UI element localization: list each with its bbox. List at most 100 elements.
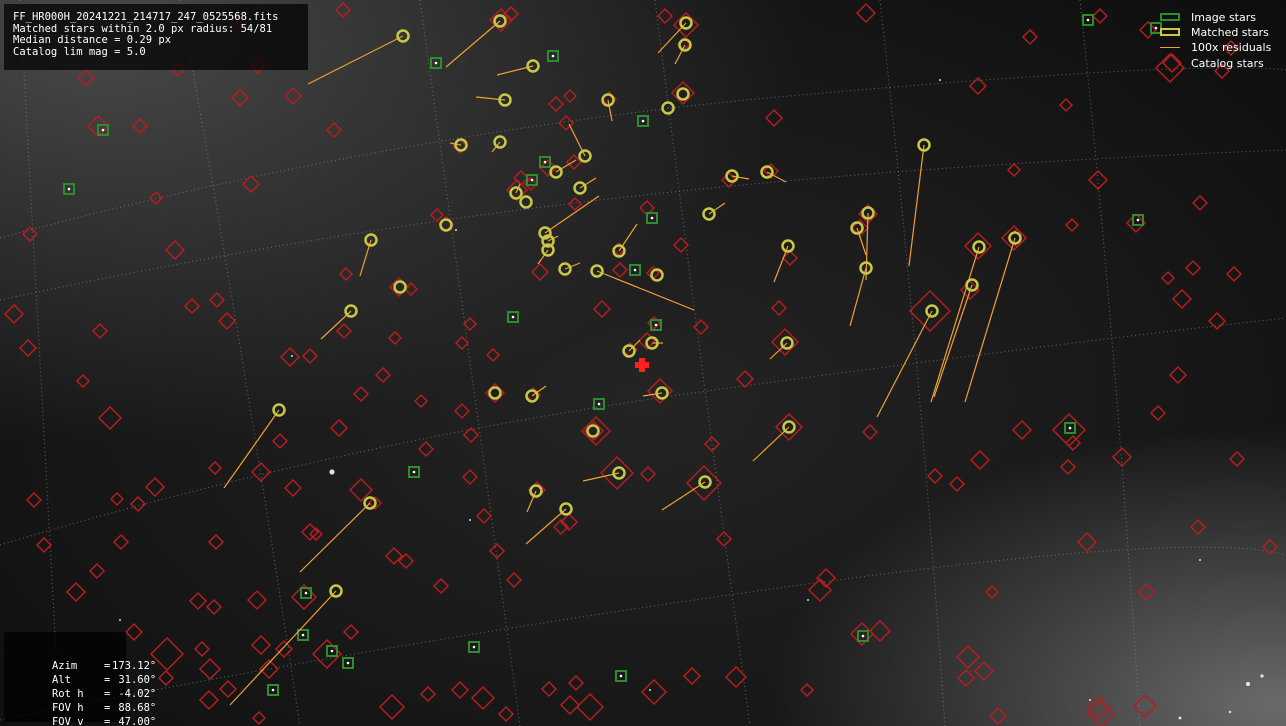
catalog-star — [274, 639, 294, 659]
residual-vector — [876, 310, 933, 418]
star-field[interactable] — [0, 0, 1286, 726]
legend-label: Matched stars — [1191, 26, 1269, 39]
residual-vector — [299, 502, 371, 573]
catalog-star — [387, 330, 403, 346]
catalog-star — [1059, 458, 1077, 476]
image-star-core — [861, 634, 865, 638]
fov-v-value: 47.00° — [118, 716, 157, 726]
legend-label: Catalog stars — [1191, 57, 1264, 70]
catalog-star — [715, 530, 733, 548]
catalog-star — [462, 316, 478, 332]
grid-line — [879, 0, 946, 726]
image-star-core — [271, 688, 275, 692]
catalog-star — [148, 190, 164, 206]
catalog-star — [454, 335, 470, 351]
grid-line — [654, 0, 751, 726]
catalog-star — [973, 660, 995, 682]
background-star — [1246, 682, 1250, 686]
residual-vector — [933, 284, 973, 398]
center-marker-layer — [635, 358, 649, 372]
catalog-star — [131, 117, 149, 135]
catalog-star — [109, 491, 125, 507]
catalog-star — [250, 461, 272, 483]
legend-image-stars: Image stars — [1153, 11, 1281, 25]
catalog-star — [144, 476, 166, 498]
catalog-star — [157, 669, 175, 687]
catalog-star — [1076, 531, 1098, 553]
catalog-star — [735, 369, 755, 389]
image-star-core — [346, 661, 350, 665]
catalog-star — [1191, 194, 1209, 212]
orange-line-icon — [1160, 47, 1180, 48]
residual-vector — [445, 20, 501, 68]
catalog-star — [1000, 224, 1028, 252]
catalog-star — [1225, 265, 1243, 283]
catalog-star — [984, 584, 1000, 600]
catalog-star — [908, 289, 952, 333]
grid-line — [179, 0, 301, 726]
azimuth-row: Azim = 173.12° — [14, 645, 156, 672]
catalog-star — [450, 680, 470, 700]
catalog-star — [246, 589, 268, 611]
catalog-star — [230, 88, 250, 108]
catalog-star — [112, 533, 130, 551]
image-star-core — [301, 633, 305, 637]
grid-line — [0, 67, 1286, 239]
calibration-plot[interactable]: FF_HR000H_20241221_214717_247_0525568.fi… — [0, 0, 1286, 726]
catalog-star — [342, 623, 360, 641]
background-star — [939, 79, 941, 81]
catalog-star — [567, 674, 585, 692]
catalog-star — [611, 261, 629, 279]
matched-star — [586, 424, 600, 438]
rotation-label: Rot h — [51, 688, 84, 700]
catalog-star — [3, 303, 25, 325]
catalog-star — [575, 692, 605, 722]
catalog-star — [567, 196, 583, 212]
catalog-star — [682, 666, 702, 686]
catalog-star — [453, 402, 471, 420]
matched-star — [488, 386, 502, 400]
catalog-star — [18, 338, 38, 358]
info-panel: FF_HR000H_20241221_214717_247_0525568.fi… — [4, 4, 308, 70]
residual-vector — [849, 267, 867, 327]
catalog-star — [470, 685, 496, 711]
catalog-star — [861, 423, 879, 441]
catalog-star — [799, 682, 815, 698]
catalog-star — [1189, 518, 1207, 536]
grid-line — [0, 149, 1286, 301]
image-star-core — [434, 61, 438, 65]
background-star — [455, 229, 457, 231]
catalog-star — [35, 536, 53, 554]
catalog-star — [963, 231, 993, 261]
azimuth-label: Azim — [51, 660, 78, 672]
catalog-star — [703, 435, 721, 453]
catalog-star — [97, 405, 123, 431]
catalog-star — [868, 619, 892, 643]
catalog-star — [1160, 270, 1176, 286]
catalog-star — [279, 346, 301, 368]
catalog-star — [207, 460, 223, 476]
catalog-star — [540, 680, 558, 698]
catalog-star — [988, 706, 1008, 726]
catalog-star — [926, 467, 944, 485]
catalog-star — [21, 225, 39, 243]
catalog-star — [432, 577, 450, 595]
catalog-star — [217, 311, 237, 331]
catalog-star — [193, 640, 211, 658]
background-star — [119, 619, 121, 621]
catalog-star — [338, 266, 354, 282]
grid-line — [1079, 0, 1141, 726]
catalog-star — [250, 634, 272, 656]
residuals-layer — [223, 20, 1016, 706]
background-star — [649, 689, 651, 691]
matched-star — [439, 218, 453, 232]
catalog-star — [969, 449, 991, 471]
catalog-star — [413, 393, 429, 409]
catalog-star — [207, 533, 225, 551]
green-square-icon — [1160, 13, 1180, 21]
catalog-star — [724, 665, 748, 689]
matched-star — [393, 280, 407, 294]
legend-label: 100x residuals — [1191, 41, 1272, 54]
image-star-core — [633, 268, 637, 272]
legend-label: Image stars — [1191, 11, 1256, 24]
